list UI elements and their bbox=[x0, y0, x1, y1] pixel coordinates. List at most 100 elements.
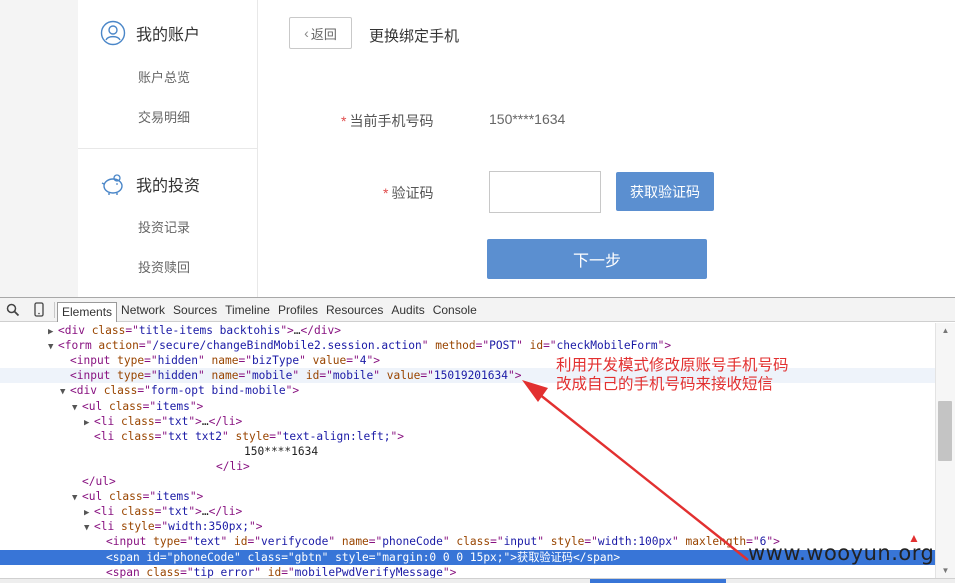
dom-token: "> bbox=[188, 414, 202, 428]
dom-token: hidden bbox=[157, 369, 199, 383]
dom-token: " bbox=[299, 354, 313, 368]
dom-token: 4 bbox=[359, 354, 367, 368]
dom-token: " bbox=[421, 339, 436, 353]
dom-token: =" bbox=[125, 324, 139, 337]
dom-token: " bbox=[234, 550, 248, 564]
dom-token: mobilePwdVerifyMessage bbox=[294, 565, 443, 579]
scrollbar-thumb[interactable] bbox=[938, 401, 952, 461]
dom-node[interactable]: ▶ <li class="txt">…</li> bbox=[0, 504, 935, 519]
dom-token: " bbox=[198, 354, 212, 368]
dom-node[interactable]: ▼ <li style="width:350px;"> bbox=[0, 519, 935, 534]
tab-profiles[interactable]: Profiles bbox=[274, 298, 322, 322]
dom-token: hidden bbox=[157, 354, 199, 368]
tab-elements[interactable]: Elements bbox=[57, 301, 118, 322]
tab-network[interactable]: Network bbox=[117, 298, 169, 322]
sidebar-divider bbox=[78, 148, 258, 149]
dom-token: id bbox=[234, 535, 248, 549]
sidebar-item-transactions[interactable]: 交易明细 bbox=[138, 107, 190, 126]
dom-token: <input bbox=[70, 369, 118, 383]
dom-token: verifycode bbox=[261, 535, 329, 549]
sidebar-item-account-overview[interactable]: 账户总览 bbox=[138, 67, 190, 86]
dom-token: 15019201634 bbox=[433, 369, 508, 383]
dom-token: /secure/changeBindMobile2.session.action bbox=[152, 339, 422, 353]
dom-token: </span> bbox=[572, 550, 621, 564]
tab-resources[interactable]: Resources bbox=[322, 298, 387, 322]
dom-token: " bbox=[222, 429, 236, 443]
dom-token: =" bbox=[269, 429, 283, 443]
dom-token: =" bbox=[543, 339, 557, 353]
back-button[interactable]: ‹ 返回 bbox=[289, 17, 352, 49]
dom-token: " bbox=[292, 369, 306, 383]
tab-console[interactable]: Console bbox=[429, 298, 481, 322]
piggy-bank-icon bbox=[100, 171, 126, 197]
sidebar-section-investment[interactable]: 我的投资 bbox=[100, 171, 200, 197]
dom-node[interactable]: <input type="hidden" name="bizType" valu… bbox=[0, 353, 935, 368]
dom-node[interactable]: ▼ <ul class="items"> bbox=[0, 489, 935, 504]
verify-code-input[interactable] bbox=[489, 171, 601, 213]
tab-audits[interactable]: Audits bbox=[387, 298, 428, 322]
tab-sources[interactable]: Sources bbox=[169, 298, 221, 322]
dom-token: =" bbox=[584, 535, 598, 549]
dom-token: =" bbox=[180, 565, 194, 579]
dom-token: " bbox=[220, 535, 235, 549]
chevron-left-icon: ‹ bbox=[304, 25, 309, 41]
dom-node[interactable]: ▶ <li class="txt">…</li> bbox=[0, 414, 935, 429]
dom-token: text bbox=[193, 535, 221, 549]
next-step-button[interactable]: 下一步 bbox=[487, 239, 707, 279]
devtools-breadcrumb-bar bbox=[0, 578, 955, 583]
search-icon[interactable] bbox=[0, 298, 26, 322]
dom-node[interactable]: ▶ <div class="title-items backtohis">…</d… bbox=[0, 323, 935, 338]
dom-token: id bbox=[305, 369, 320, 383]
dom-token: … bbox=[293, 324, 301, 337]
dom-token: " bbox=[442, 535, 457, 549]
device-mode-icon[interactable] bbox=[26, 298, 52, 322]
sidebar-section-account[interactable]: 我的账户 bbox=[100, 20, 200, 46]
dom-node[interactable]: <input type="hidden" name="mobile" id="m… bbox=[0, 368, 935, 384]
dom-token: " bbox=[373, 369, 387, 383]
dom-token: checkMobileForm bbox=[556, 339, 658, 353]
sidebar-item-investment-records[interactable]: 投资记录 bbox=[138, 217, 190, 236]
sidebar-item-investment-redeem[interactable]: 投资赎回 bbox=[138, 257, 190, 276]
dom-token: "> bbox=[189, 399, 204, 413]
dom-token: name bbox=[341, 535, 369, 549]
dom-token: 150****1634 bbox=[244, 444, 319, 458]
dom-token: =" bbox=[142, 399, 157, 413]
dom-token: style bbox=[235, 429, 270, 443]
dom-token: =" bbox=[137, 384, 151, 398]
verify-code-label: * 验证码 bbox=[383, 185, 434, 201]
dom-token: name bbox=[211, 369, 239, 383]
tab-timeline[interactable]: Timeline bbox=[221, 298, 274, 322]
dom-token: style bbox=[335, 550, 369, 564]
web-page: 我的账户 账户总览 交易明细 我的投资 投资记录 投资赎回 ‹ 返回 更换绑定手… bbox=[0, 0, 955, 297]
dom-node[interactable]: <li class="txt txt2" style="text-align:l… bbox=[0, 429, 935, 444]
annotation-line-1: 利用开发模式修改原账号手机号码 bbox=[556, 357, 789, 374]
get-code-button[interactable]: 获取验证码 bbox=[616, 172, 714, 211]
dom-token: class bbox=[91, 324, 126, 337]
dom-node[interactable]: 150****1634 bbox=[0, 444, 935, 459]
dom-token: "> bbox=[188, 505, 202, 519]
dom-token: input bbox=[503, 535, 538, 549]
sidebar-section-title: 我的账户 bbox=[136, 27, 201, 44]
dom-token: <li bbox=[94, 505, 121, 519]
dom-node[interactable]: </ul> bbox=[0, 474, 935, 489]
annotation-text: 利用开发模式修改原账号手机号码 改成自己的手机号码来接收短信 bbox=[556, 356, 789, 394]
dom-token: tip error bbox=[193, 565, 255, 579]
dom-token: "> bbox=[390, 429, 404, 443]
dom-token: " bbox=[321, 550, 336, 564]
dom-token: " bbox=[198, 369, 212, 383]
dom-node[interactable]: ▼ <form action="/secure/changeBindMobile2… bbox=[0, 338, 935, 353]
dom-tree-scrollbar[interactable]: ▲ ▼ bbox=[935, 323, 955, 579]
dom-token: type bbox=[117, 354, 145, 368]
dom-token: txt txt2 bbox=[168, 429, 223, 443]
dom-node[interactable]: ▼ <div class="form-opt bind-mobile"> bbox=[0, 383, 935, 398]
scroll-down-icon[interactable]: ▼ bbox=[936, 563, 955, 578]
dom-node[interactable]: </li> bbox=[0, 459, 935, 474]
dom-token: <ul bbox=[82, 399, 109, 413]
dom-node[interactable]: ▼ <ul class="items"> bbox=[0, 399, 935, 414]
dom-token: =" bbox=[144, 354, 158, 368]
scroll-up-icon[interactable]: ▲ bbox=[936, 323, 955, 338]
dom-node[interactable]: <span class="tip error" id="mobilePwdVer… bbox=[0, 565, 935, 579]
breadcrumb-selected[interactable] bbox=[590, 579, 726, 583]
dom-token: items bbox=[156, 490, 190, 504]
required-mark: * bbox=[383, 185, 389, 201]
